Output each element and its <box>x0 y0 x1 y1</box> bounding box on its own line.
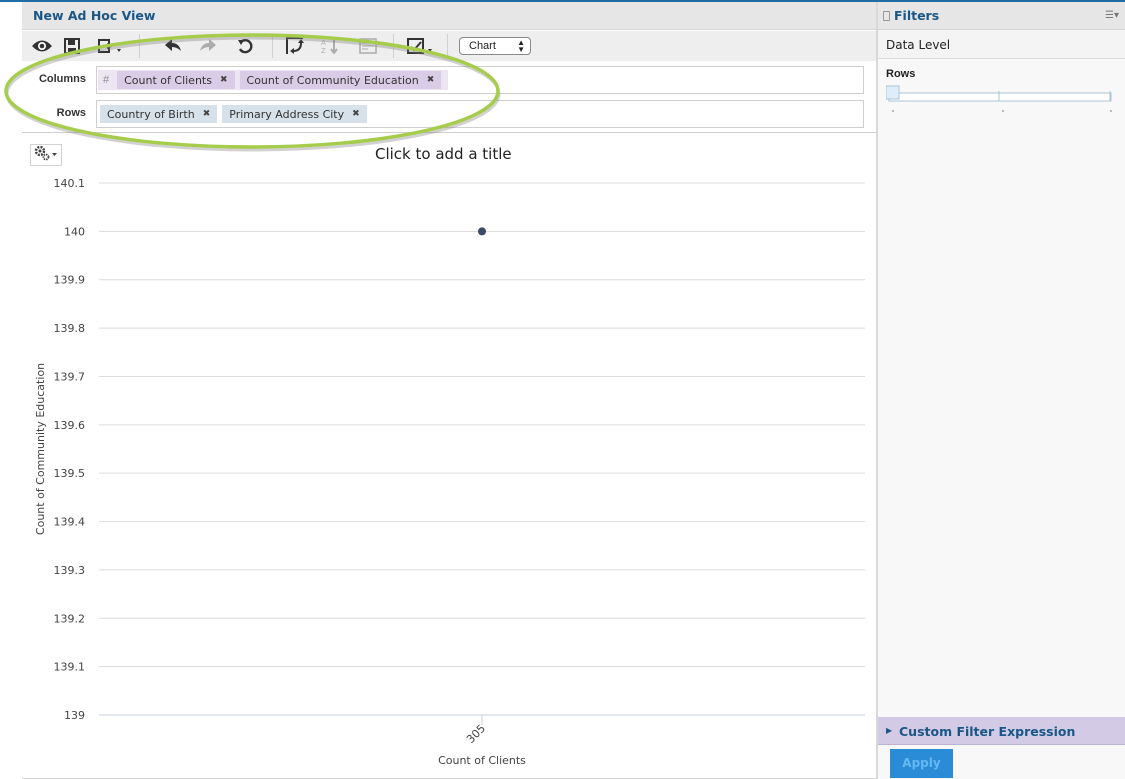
x-tick-label: 305 <box>464 722 488 746</box>
x-axis-label: Count of Clients <box>438 754 526 767</box>
pill-label: Country of Birth <box>107 107 195 121</box>
panel-collapse-icon[interactable] <box>883 11 890 21</box>
row-pill[interactable]: Primary Address City ✖ <box>222 105 367 123</box>
row-pill[interactable]: Country of Birth ✖ <box>100 105 218 123</box>
redo-icon <box>199 39 217 53</box>
y-tick-label: 140 <box>64 225 85 238</box>
remove-icon[interactable]: ✖ <box>203 109 211 119</box>
slider-handle <box>886 85 900 100</box>
toolbar: AZ Chart ▲ ▼ <box>22 31 876 61</box>
y-tick-label: 139.3 <box>54 564 86 577</box>
save-button[interactable] <box>62 34 90 58</box>
select-arrows-icon: ▲ ▼ <box>517 38 525 54</box>
view-title: New Ad Hoc View <box>33 8 156 23</box>
y-tick-label: 139.6 <box>54 419 86 432</box>
divider <box>22 132 876 133</box>
expand-arrow-icon: ▶ <box>886 726 893 735</box>
undo-button[interactable] <box>159 34 187 58</box>
pill-label: Count of Clients <box>124 73 212 87</box>
toolbar-separator <box>447 34 448 58</box>
rows-label: Rows <box>56 107 86 119</box>
rows-drop-zone[interactable]: Country of Birth ✖ Primary Address City … <box>96 100 864 128</box>
apply-button[interactable]: Apply <box>890 749 953 778</box>
svg-text:A: A <box>321 39 326 47</box>
columns-row: Columns # Count of Clients ✖ Count of Co… <box>22 63 876 97</box>
measures-marker: # <box>103 74 110 86</box>
gridlines <box>99 182 865 716</box>
sort-button[interactable]: AZ <box>317 34 345 58</box>
display-mode-button[interactable] <box>28 34 56 58</box>
remove-icon[interactable]: ✖ <box>352 109 360 119</box>
undo-icon <box>164 39 182 53</box>
chart-options-button[interactable] <box>30 144 62 166</box>
app-window: New Ad Hoc View A Z Chart ▲ ▼ Columns # … <box>0 0 1125 779</box>
view-title-bar: New Ad Hoc View <box>22 2 876 30</box>
columns-label: Columns <box>38 73 86 85</box>
remove-icon[interactable]: ✖ <box>220 75 228 85</box>
x-axis-ticks: 305 <box>464 715 488 746</box>
data-point[interactable] <box>478 227 486 236</box>
y-axis-ticks: 139 139.1 139.2 139.3 139.4 139.5 139.6 139.7 13… <box>54 177 86 722</box>
y-tick-label: 140.1 <box>54 177 86 190</box>
filters-header: Filters ☰▾ <box>878 2 1125 30</box>
chart-title[interactable]: Click to add a title <box>375 145 512 163</box>
data-level-header: Data Level <box>878 31 1125 59</box>
y-tick-label: 139.7 <box>54 370 86 383</box>
rows-row: Rows Country of Birth ✖ Primary Address … <box>22 97 876 131</box>
view-type-value: Chart <box>469 40 496 52</box>
toolbar-separator <box>272 34 273 58</box>
data-level-label: Data Level <box>886 38 951 52</box>
column-pill[interactable]: Count of Clients ✖ <box>117 71 235 89</box>
y-tick-label: 139 <box>64 709 85 722</box>
eye-icon <box>31 39 53 53</box>
remove-icon[interactable]: ✖ <box>427 75 435 85</box>
sort-icon: AZ <box>320 38 342 54</box>
export-icon <box>98 38 124 54</box>
filters-menu-icon[interactable]: ☰▾ <box>1105 10 1119 21</box>
undo-all-button[interactable] <box>231 34 259 58</box>
column-pill[interactable]: Count of Community Education ✖ <box>239 71 442 89</box>
rows-level-label: Rows <box>886 68 916 80</box>
filters-panel: Filters ☰▾ Data Level Rows ▶ Custom Filt… <box>876 2 1125 779</box>
view-type-select[interactable]: Chart ▲ ▼ <box>459 37 531 55</box>
pill-label: Count of Community Education <box>246 73 419 87</box>
export-button[interactable] <box>97 34 125 58</box>
y-tick-label: 139.9 <box>54 274 86 287</box>
y-tick-label: 139.4 <box>54 516 86 529</box>
pivot-icon <box>285 37 305 55</box>
svg-text:Z: Z <box>321 47 326 54</box>
query-button[interactable] <box>354 34 382 58</box>
y-tick-label: 139.8 <box>54 322 86 335</box>
data-points <box>478 227 486 236</box>
sql-icon <box>359 38 377 54</box>
filters-title: Filters <box>894 8 940 23</box>
scatter-chart: 139 139.1 139.2 139.3 139.4 139.5 139.6 139.7 13… <box>34 177 865 767</box>
y-tick-label: 139.5 <box>54 467 86 480</box>
y-axis-label: Count of Community Education <box>34 363 47 535</box>
chart-format-icon <box>407 38 435 54</box>
switch-group-button[interactable] <box>281 34 309 58</box>
gear-icon <box>33 145 59 165</box>
y-tick-label: 139.2 <box>54 612 86 625</box>
toolbar-separator <box>139 34 140 58</box>
main-panel: New Ad Hoc View A Z Chart ▲ ▼ Columns # … <box>0 2 876 779</box>
chart-format-button[interactable] <box>405 34 437 58</box>
custom-filter-label: Custom Filter Expression <box>899 724 1076 739</box>
toolbar-separator <box>393 34 394 58</box>
data-level-slider[interactable] <box>886 84 1114 114</box>
y-tick-label: 139.1 <box>54 661 86 674</box>
columns-drop-zone[interactable]: # Count of Clients ✖ Count of Community … <box>96 66 864 94</box>
undo-all-icon <box>237 38 253 54</box>
measures-group: # Count of Clients ✖ Count of Community … <box>98 70 449 90</box>
dimensions-group: Country of Birth ✖ Primary Address City … <box>100 104 372 124</box>
save-icon <box>64 38 88 54</box>
pill-label: Primary Address City <box>229 107 345 121</box>
redo-button[interactable] <box>194 34 222 58</box>
custom-filter-expression-toggle[interactable]: ▶ Custom Filter Expression <box>878 717 1125 745</box>
